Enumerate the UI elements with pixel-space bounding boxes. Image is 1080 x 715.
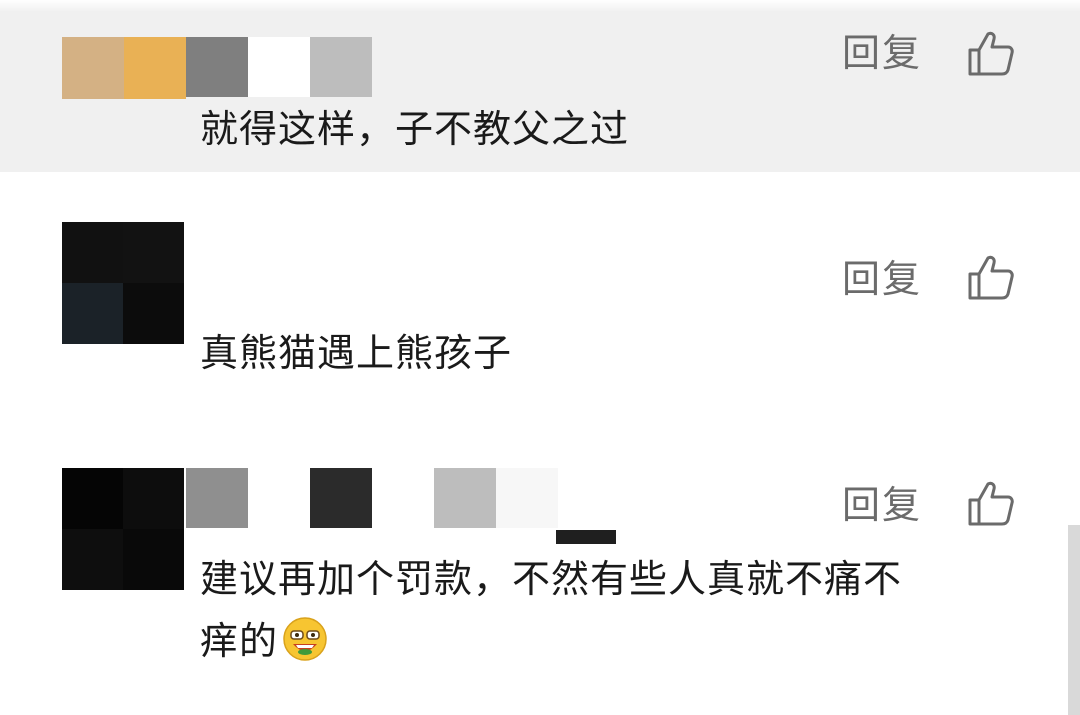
comment-text-line2: 痒的 [200,619,279,663]
name-pixel [248,468,310,528]
avatar-pixel [62,283,123,344]
name-pixel [310,37,372,97]
comment-text: 建议再加个罚款，不然有些人真就不痛不 痒的 [200,548,1040,672]
avatar-pixel [123,222,184,283]
avatar[interactable] [62,37,186,99]
name-pixel [434,468,496,528]
comment-text: 真熊猫遇上熊孩子 [200,331,513,375]
username-redacted[interactable] [186,37,372,97]
grinning-face-emoji-icon [283,617,327,661]
avatar-pixel [62,222,123,283]
name-pixel [186,37,248,97]
name-pixel [372,468,434,528]
name-pixel [186,468,248,528]
avatar-pixel [62,37,124,99]
top-fade [0,0,1080,12]
reply-button[interactable]: 回复 [842,34,922,72]
avatar-pixel [123,468,184,529]
avatar-pixel [124,37,186,99]
avatar[interactable] [62,468,184,590]
name-pixel [556,530,616,544]
thumbs-up-icon[interactable] [966,478,1016,528]
avatar-pixel [62,529,123,590]
name-pixel [496,468,558,528]
avatar-pixel [123,529,184,590]
comment-text-line: 建议再加个罚款，不然有些人真就不痛不 [200,557,903,601]
comment-item: 回复 真熊猫遇上熊孩子 [0,172,1080,442]
scrollbar[interactable] [1068,525,1080,715]
name-pixel [310,468,372,528]
comment-list: 回复 就得这样，子不教父之过 回复 真熊猫遇上熊孩子 回复 建议再加个罚款，不然… [0,0,1080,715]
comment-text-line: 痒的 [200,610,1040,672]
avatar-pixel [62,468,123,529]
thumbs-up-icon[interactable] [966,252,1016,302]
comment-item: 回复 建议再加个罚款，不然有些人真就不痛不 痒的 [0,442,1080,715]
reply-button[interactable]: 回复 [842,486,922,524]
thumbs-up-icon[interactable] [966,28,1016,78]
comment-text: 就得这样，子不教父之过 [200,107,630,151]
name-pixel [248,37,310,97]
comment-item: 回复 就得这样，子不教父之过 [0,0,1080,172]
username-redacted[interactable] [186,468,558,528]
avatar-pixel [123,283,184,344]
reply-button[interactable]: 回复 [842,260,922,298]
avatar[interactable] [62,222,184,344]
